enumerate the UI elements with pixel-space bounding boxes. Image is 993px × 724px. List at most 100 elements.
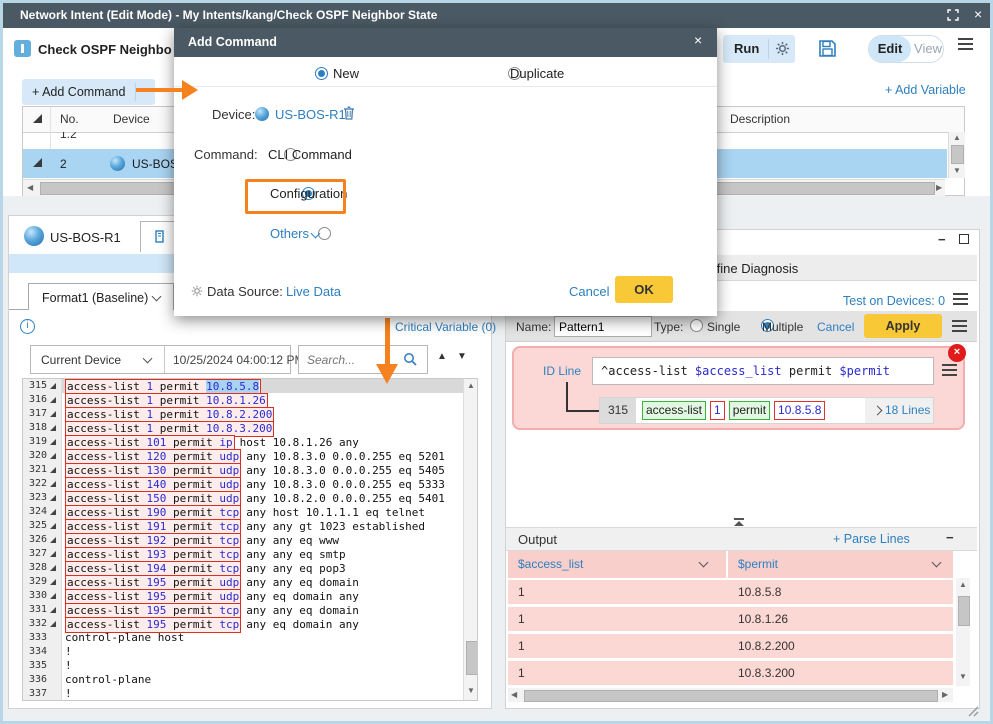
add-variable-link[interactable]: + Add Variable [885,83,966,97]
code-line[interactable]: 330access-list 195 permit udpany eq doma… [23,589,464,603]
dialog-ok-button[interactable]: OK [615,276,673,303]
code-line[interactable]: 327access-list 193 permit tcpany any eq … [23,547,464,561]
id-line-menu-hamburger-icon[interactable] [942,364,957,366]
pattern-name-input[interactable] [554,316,652,337]
panel-maximize-icon[interactable] [959,234,969,244]
code-line[interactable]: 316access-list 1 permit 10.8.1.26 [23,393,464,407]
code-line[interactable]: 334! [23,645,464,659]
code-line[interactable]: 333control-plane host [23,631,464,645]
config-code-viewer[interactable]: 315access-list 1 permit 10.8.5.8316acces… [22,378,478,701]
code-line[interactable]: 326access-list 192 permit tcpany any eq … [23,533,464,547]
code-line[interactable]: 331access-list 195 permit tcpany any eq … [23,603,464,617]
panel-minimize-icon[interactable]: − [938,232,946,247]
code-line[interactable]: 323access-list 150 permit udpany 10.8.2.… [23,491,464,505]
run-button[interactable]: Run [734,41,759,56]
match-token: 1 [710,401,725,420]
test-on-devices-link[interactable]: Test on Devices: 0 [843,294,945,308]
trash-icon[interactable] [343,106,355,123]
line-expander-icon[interactable] [50,537,56,543]
search-next-icon[interactable]: ▼ [457,351,467,362]
code-line[interactable]: 321access-list 130 permit udpany 10.8.3.… [23,463,464,477]
diagnosis-menu-hamburger-icon[interactable] [953,293,968,295]
match-tokens: access-list1permit10.8.5.8 [642,401,825,420]
line-expander-icon[interactable] [50,607,56,613]
chevron-down-icon[interactable] [699,558,709,568]
code-line[interactable]: 335! [23,659,464,673]
dialog-header: Add Command × [174,28,717,57]
dialog-cancel-link[interactable]: Cancel [569,284,609,299]
save-icon[interactable] [818,39,837,61]
row-expander-icon[interactable] [33,158,42,167]
view-tab[interactable]: View [913,36,943,62]
code-line[interactable]: 329access-list 195 permit udpany any eq … [23,575,464,589]
line-expander-icon[interactable] [50,565,56,571]
code-line[interactable]: 317access-list 1 permit 10.8.2.200 [23,407,464,421]
dialog-close-icon[interactable]: × [694,32,702,48]
close-icon[interactable]: × [974,6,982,22]
code-line[interactable]: 336control-plane [23,673,464,687]
code-vscrollbar[interactable]: ▲ ▼ [463,379,478,700]
info-icon[interactable]: i [20,319,35,334]
search-prev-icon[interactable]: ▲ [437,351,447,362]
line-expander-icon[interactable] [50,593,56,599]
add-command-button[interactable]: + Add Command [22,79,155,105]
line-expander-icon[interactable] [50,551,56,557]
table-expander-icon[interactable] [33,114,42,123]
line-expander-icon[interactable] [50,579,56,585]
others-label[interactable]: Others [270,226,309,241]
output-hscrollbar[interactable]: ◀ ▶ [508,688,953,702]
line-expander-icon[interactable] [50,397,56,403]
output-collapse-handle[interactable] [733,518,745,526]
table-vscrollbar[interactable]: ▲ ▼ [948,132,965,178]
line-expander-icon[interactable] [50,509,56,515]
pattern-delete-icon[interactable]: × [948,344,966,362]
line-expander-icon[interactable] [50,467,56,473]
fullscreen-icon[interactable] [947,9,959,24]
new-radio[interactable] [315,67,328,80]
chevron-down-icon[interactable] [932,558,942,568]
run-settings-gear-icon[interactable] [775,41,790,59]
line-expander-icon[interactable] [50,383,56,389]
pattern-cancel-link[interactable]: Cancel [817,320,854,334]
line-expander-icon[interactable] [50,495,56,501]
id-line-regex-input[interactable]: ^access-list $access_list permit $permit [592,357,934,385]
line-expander-icon[interactable] [50,453,56,459]
dialog-device-name[interactable]: US-BOS-R1 [275,107,346,122]
pattern-apply-button[interactable]: Apply [864,314,942,338]
output-minimize-icon[interactable]: − [946,530,954,545]
output-row[interactable]: 110.8.5.8 [508,580,953,604]
output-row[interactable]: 110.8.1.26 [508,607,953,631]
code-line[interactable]: 332access-list 195 permit tcpany eq doma… [23,617,464,631]
router-sphere-icon [110,156,125,171]
line-expander-icon[interactable] [50,439,56,445]
code-line[interactable]: 320access-list 120 permit udpany 10.8.3.… [23,449,464,463]
source-select[interactable]: Current Device [31,346,164,373]
output-row[interactable]: 110.8.3.200 [508,661,953,685]
line-expander-icon[interactable] [50,425,56,431]
line-expander-icon[interactable] [50,411,56,417]
pattern-menu-hamburger-icon[interactable] [952,320,967,322]
line-expander-icon[interactable] [50,621,56,627]
code-line[interactable]: 319access-list 101 permit iphost 10.8.1.… [23,435,464,449]
code-line[interactable]: 322access-list 140 permit udpany 10.8.3.… [23,477,464,491]
code-line[interactable]: 325access-list 191 permit tcpany any gt … [23,519,464,533]
format-tab[interactable]: Format1 (Baseline) [28,283,174,310]
output-vscrollbar[interactable]: ▲ ▼ [956,578,970,686]
resize-grip[interactable] [967,705,979,720]
device-tab-selected[interactable] [140,221,178,252]
edit-tab[interactable]: Edit [869,36,911,62]
code-line[interactable]: 328access-list 194 permit tcpany any eq … [23,561,464,575]
parse-lines-link[interactable]: + Parse Lines [833,532,910,546]
critical-variable-link[interactable]: Critical Variable (0) [395,320,496,334]
magnifier-icon[interactable] [403,352,418,370]
code-line[interactable]: 324access-list 190 permit tcpany host 10… [23,505,464,519]
main-menu-hamburger-icon[interactable] [958,38,973,40]
line-expander-icon[interactable] [50,523,56,529]
code-line[interactable]: 318access-list 1 permit 10.8.3.200 [23,421,464,435]
data-source-value[interactable]: Live Data [286,284,341,299]
type-single-radio[interactable] [690,319,703,332]
line-expander-icon[interactable] [50,481,56,487]
output-row[interactable]: 110.8.2.200 [508,634,953,658]
code-line[interactable]: 337! [23,687,464,701]
match-lines-section[interactable]: 18 Lines [865,398,933,423]
